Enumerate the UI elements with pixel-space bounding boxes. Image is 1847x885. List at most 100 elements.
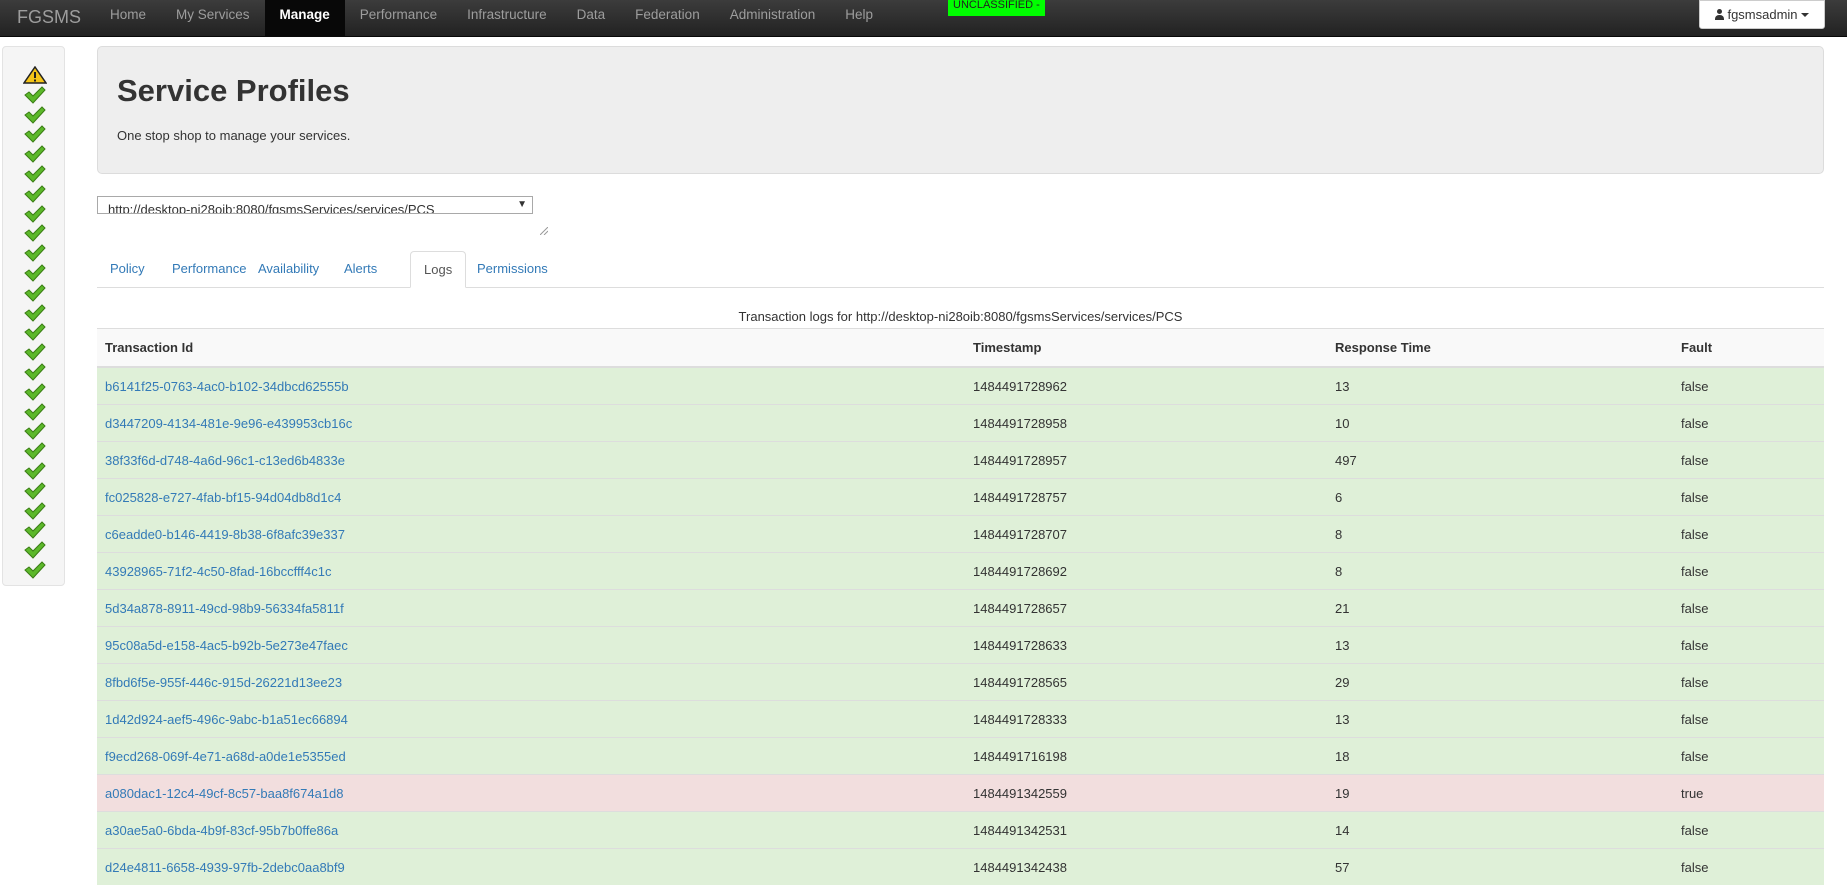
cell-timestamp: 1484491728958 (965, 405, 1327, 442)
check-icon[interactable] (23, 422, 47, 440)
transaction-logs-table: Transaction Id Timestamp Response Time F… (97, 328, 1824, 885)
transaction-link[interactable]: 5d34a878-8911-49cd-98b9-56334fa5811f (105, 601, 344, 616)
cell-timestamp: 1484491728957 (965, 442, 1327, 479)
transaction-link[interactable]: d24e4811-6658-4939-97fb-2debc0aa8bf9 (105, 860, 345, 875)
user-menu-button[interactable]: fgsmsadmin (1699, 0, 1825, 29)
nav-item-infrastructure[interactable]: Infrastructure (452, 0, 562, 36)
cell-response-time: 8 (1327, 516, 1673, 553)
check-icon[interactable] (23, 165, 47, 183)
transaction-link[interactable]: 8fbd6f5e-955f-446c-915d-26221d13ee23 (105, 675, 342, 690)
transaction-link[interactable]: 38f33f6d-d748-4a6d-96c1-c13ed6b4833e (105, 453, 345, 468)
cell-transaction-id: 95c08a5d-e158-4ac5-b92b-5e273e47faec (97, 627, 965, 664)
check-icon[interactable] (23, 561, 47, 579)
cell-fault: false (1673, 553, 1824, 590)
transaction-link[interactable]: 95c08a5d-e158-4ac5-b92b-5e273e47faec (105, 638, 348, 653)
check-icon[interactable] (23, 521, 47, 539)
check-icon[interactable] (23, 86, 47, 104)
table-row: 38f33f6d-d748-4a6d-96c1-c13ed6b4833e 1484… (97, 442, 1824, 479)
page-subtitle: One stop shop to manage your services. (117, 128, 350, 143)
transaction-link[interactable]: d3447209-4134-481e-9e96-e439953cb16c (105, 416, 352, 431)
transaction-link[interactable]: 1d42d924-aef5-496c-9abc-b1a51ec66894 (105, 712, 348, 727)
transaction-link[interactable]: c6eadde0-b146-4419-8b38-6f8afc39e337 (105, 527, 345, 542)
table-row: 5d34a878-8911-49cd-98b9-56334fa5811f 1484… (97, 590, 1824, 627)
cell-transaction-id: a30ae5a0-6bda-4b9f-83cf-95b7b0ffe86a (97, 812, 965, 849)
table-row: c6eadde0-b146-4419-8b38-6f8afc39e3371484… (97, 516, 1824, 553)
transaction-link[interactable]: f9ecd268-069f-4e71-a68d-a0de1e5355ed (105, 749, 346, 764)
check-icon[interactable] (23, 442, 47, 460)
nav-item-federation[interactable]: Federation (620, 0, 715, 36)
check-icon[interactable] (23, 502, 47, 520)
check-icon[interactable] (23, 264, 47, 282)
cell-response-time: 21 (1327, 590, 1673, 627)
check-icon[interactable] (23, 323, 47, 341)
cell-response-time: 18 (1327, 738, 1673, 775)
cell-response-time: 10 (1327, 405, 1673, 442)
check-icon[interactable] (23, 462, 47, 480)
cell-response-time: 57 (1327, 849, 1673, 885)
brand-logo[interactable]: FGSMS (17, 6, 81, 28)
table-row: a30ae5a0-6bda-4b9f-83cf-95b7b0ffe86a1484… (97, 812, 1824, 849)
column-header-transaction-id[interactable]: Transaction Id (97, 329, 965, 368)
cell-transaction-id: b6141f25-0763-4ac0-b102-34dbcd62555b (97, 367, 965, 405)
check-icon[interactable] (23, 482, 47, 500)
column-header-response-time[interactable]: Response Time (1327, 329, 1673, 368)
classification-banner: UNCLASSIFIED - (948, 0, 1045, 16)
check-icon[interactable] (23, 343, 47, 361)
cell-fault: false (1673, 479, 1824, 516)
table-row: fc025828-e727-4fab-bf15-94d04db8d1c4 1484… (97, 479, 1824, 516)
check-icon[interactable] (23, 304, 47, 322)
resize-handle-icon[interactable] (540, 227, 548, 235)
cell-timestamp: 1484491728692 (965, 553, 1327, 590)
check-icon[interactable] (23, 541, 47, 559)
nav-item-home[interactable]: Home (95, 0, 161, 36)
check-icon[interactable] (23, 145, 47, 163)
cell-fault: false (1673, 442, 1824, 479)
nav-item-help[interactable]: Help (830, 0, 888, 36)
cell-transaction-id: d24e4811-6658-4939-97fb-2debc0aa8bf9 (97, 849, 965, 885)
service-select[interactable]: http://desktop-ni28oib:8080/fgsmsService… (97, 196, 533, 214)
cell-response-time: 13 (1327, 367, 1673, 405)
nav-item-performance[interactable]: Performance (345, 0, 452, 36)
transaction-link[interactable]: 43928965-71f2-4c50-8fad-16bccfff4c1c (105, 564, 331, 579)
tab-policy[interactable]: Policy (97, 251, 158, 287)
service-select-value: http://desktop-ni28oib:8080/fgsmsService… (108, 202, 435, 214)
tab-permissions[interactable]: Permissions (464, 251, 561, 287)
transaction-link[interactable]: fc025828-e727-4fab-bf15-94d04db8d1c4 (105, 490, 341, 505)
column-header-timestamp[interactable]: Timestamp (965, 329, 1327, 368)
cell-fault: false (1673, 405, 1824, 442)
check-icon[interactable] (23, 185, 47, 203)
column-header-fault[interactable]: Fault (1673, 329, 1824, 368)
nav-item-administration[interactable]: Administration (715, 0, 831, 36)
tab-alerts[interactable]: Alerts (331, 251, 390, 287)
check-icon[interactable] (23, 125, 47, 143)
transaction-link[interactable]: a30ae5a0-6bda-4b9f-83cf-95b7b0ffe86a (105, 823, 338, 838)
cell-timestamp: 1484491728333 (965, 701, 1327, 738)
check-icon[interactable] (23, 205, 47, 223)
tab-logs[interactable]: Logs (410, 251, 466, 288)
cell-fault: false (1673, 590, 1824, 627)
page-title: Service Profiles (117, 73, 350, 109)
nav-item-my-services[interactable]: My Services (161, 0, 265, 36)
check-icon[interactable] (23, 224, 47, 242)
nav-item-manage[interactable]: Manage (265, 0, 345, 36)
check-icon[interactable] (23, 403, 47, 421)
check-icon[interactable] (23, 383, 47, 401)
warning-icon[interactable] (23, 66, 47, 84)
table-row: a080dac1-12c4-49cf-8c57-baa8f674a1d81484… (97, 775, 1824, 812)
check-icon[interactable] (23, 363, 47, 381)
cell-response-time: 13 (1327, 627, 1673, 664)
check-icon[interactable] (23, 244, 47, 262)
nav-item-data[interactable]: Data (562, 0, 621, 36)
main-nav: Home My Services Manage Performance Infr… (95, 0, 888, 36)
cell-timestamp: 1484491728757 (965, 479, 1327, 516)
cell-timestamp: 1484491342438 (965, 849, 1327, 885)
check-icon[interactable] (23, 106, 47, 124)
cell-transaction-id: d3447209-4134-481e-9e96-e439953cb16c (97, 405, 965, 442)
transaction-link[interactable]: b6141f25-0763-4ac0-b102-34dbcd62555b (105, 379, 349, 394)
cell-response-time: 497 (1327, 442, 1673, 479)
transaction-link[interactable]: a080dac1-12c4-49cf-8c57-baa8f674a1d8 (105, 786, 344, 801)
tab-availability[interactable]: Availability (245, 251, 332, 287)
cell-fault: false (1673, 812, 1824, 849)
cell-timestamp: 1484491728657 (965, 590, 1327, 627)
check-icon[interactable] (23, 284, 47, 302)
